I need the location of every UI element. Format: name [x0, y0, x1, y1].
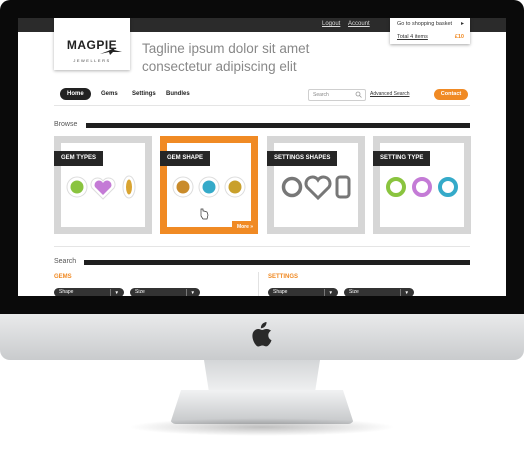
blue-ring-icon: [438, 177, 458, 197]
chevron-down-icon: ▼: [328, 290, 333, 295]
search-input[interactable]: Search: [308, 89, 366, 101]
chevron-down-icon: ▼: [190, 290, 195, 295]
card-setting-type[interactable]: SETTING TYPE: [373, 136, 471, 234]
browse-bar: [86, 123, 470, 128]
apple-logo-icon: [252, 322, 272, 347]
chevron-down-icon: ▼: [114, 290, 119, 295]
search-bar: [84, 260, 470, 265]
advanced-search-link[interactable]: Advanced Search: [370, 91, 409, 97]
contact-button[interactable]: Contact: [434, 89, 468, 100]
select-separator: [110, 289, 111, 296]
gold-round-gem-icon: [224, 176, 246, 198]
magpie-bird-icon: [100, 48, 122, 55]
nav-bundles[interactable]: Bundles: [166, 88, 190, 100]
card-gem-types[interactable]: GEM TYPES: [54, 136, 152, 234]
green-ring-icon: [386, 177, 406, 197]
gems-shape-label: Shape: [59, 289, 74, 295]
blue-round-gem-icon: [198, 176, 220, 198]
basket-arrow-icon: ▸: [460, 21, 464, 27]
tagline-line-1: Tagline ipsum dolor sit amet: [142, 41, 310, 56]
browse-divider: [54, 246, 470, 247]
purple-heart-gem-icon: [90, 177, 116, 200]
account-link[interactable]: Account: [348, 21, 370, 27]
gems-shape-select[interactable]: Shape ▼: [54, 288, 124, 296]
browse-title: Browse: [54, 121, 78, 128]
settings-size-label: Size: [349, 289, 359, 295]
basket-dropdown[interactable]: Go to shopping basket ▸ Total 4 items £1…: [390, 18, 470, 44]
gems-heading: GEMS: [54, 274, 72, 280]
hand-cursor-icon: [200, 208, 209, 220]
nav-gems[interactable]: Gems: [101, 88, 118, 100]
basket-items[interactable]: Total 4 items: [397, 34, 428, 40]
select-separator: [400, 289, 401, 296]
monitor-shadow: [128, 418, 396, 436]
settings-size-select[interactable]: Size ▼: [344, 288, 414, 296]
purple-ring-icon: [412, 177, 432, 197]
nav-settings[interactable]: Settings: [132, 88, 156, 100]
tagline: Tagline ipsum dolor sit amet consectetur…: [142, 40, 382, 76]
search-placeholder: Search: [313, 92, 329, 98]
amber-oval-gem-icon: [122, 175, 136, 199]
logo-sub: JEWELLERS: [73, 58, 111, 63]
select-separator: [324, 289, 325, 296]
amber-round-gem-icon: [172, 176, 194, 198]
heart-setting-icon: [304, 175, 332, 201]
nav-home[interactable]: Home: [60, 88, 91, 100]
basket-total: £10: [454, 34, 464, 40]
chevron-down-icon: ▼: [404, 290, 409, 295]
select-separator: [186, 289, 187, 296]
magpie-logo[interactable]: MAGPIE JEWELLERS: [54, 18, 130, 70]
card-gem-shape[interactable]: GEM SHAPE More »: [160, 136, 258, 234]
gems-size-label: Size: [135, 289, 145, 295]
logout-link[interactable]: Logout: [322, 21, 340, 27]
website-screen: Logout Account Go to shopping basket ▸ T…: [18, 18, 506, 296]
search-icon[interactable]: [355, 91, 362, 98]
rectangle-setting-icon: [335, 175, 351, 199]
settings-heading: SETTINGS: [268, 274, 299, 280]
search-title: Search: [54, 258, 77, 265]
ring-setting-icon: [281, 176, 303, 198]
card-settings-shapes[interactable]: SETTINGS SHAPES: [267, 136, 365, 234]
header-divider: [54, 105, 470, 106]
monitor-stand-neck: [204, 360, 320, 390]
more-button[interactable]: More »: [232, 221, 258, 234]
settings-shape-select[interactable]: Shape ▼: [268, 288, 338, 296]
tagline-line-2: consectetur adipiscing elit: [142, 59, 297, 74]
gems-size-select[interactable]: Size ▼: [130, 288, 200, 296]
settings-shape-label: Shape: [273, 289, 288, 295]
search-column-divider: [258, 272, 259, 296]
basket-label[interactable]: Go to shopping basket: [397, 21, 452, 27]
green-round-gem-icon: [66, 176, 88, 198]
